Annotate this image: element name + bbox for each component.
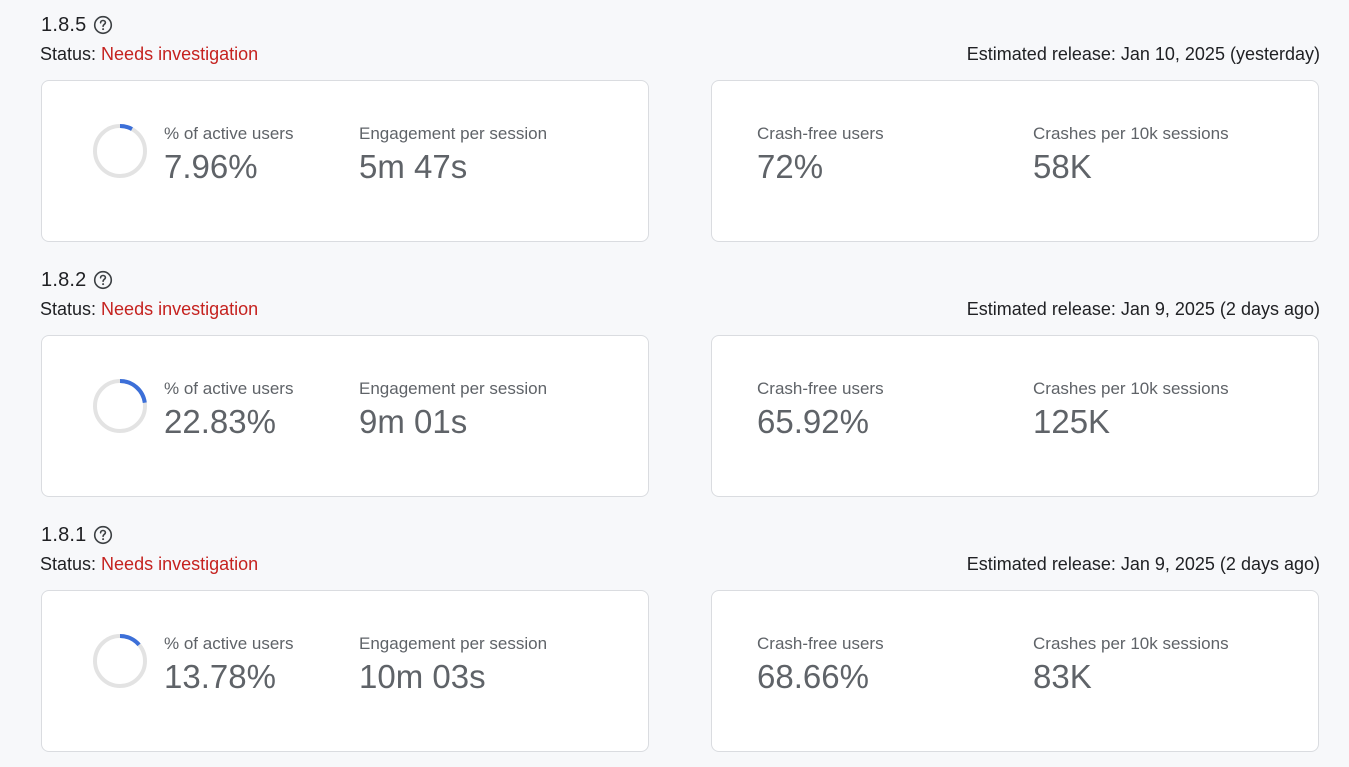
stability-card: Crash-free users 68.66% Crashes per 10k … (711, 590, 1319, 752)
release-section: 1.8.2 Status: Needs investigation Estima… (0, 255, 1349, 510)
status-line: Status: Needs investigation (40, 44, 258, 65)
version-title: 1.8.2 (41, 268, 87, 291)
active-users-label: % of active users (164, 379, 294, 398)
engagement-metric: Engagement per session 10m 03s (359, 633, 547, 697)
crash-free-metric: Crash-free users 72% (757, 123, 884, 187)
active-users-metric: % of active users 7.96% (164, 123, 293, 187)
adoption-card: % of active users 13.78% Engagement per … (41, 590, 649, 752)
crashes-metric: Crashes per 10k sessions 83K (1033, 633, 1229, 697)
crash-free-value: 68.66% (757, 658, 869, 695)
crashes-label: Crashes per 10k sessions (1033, 379, 1229, 398)
active-users-metric: % of active users 13.78% (164, 633, 293, 697)
estimated-release: Estimated release: Jan 9, 2025 (2 days a… (966, 299, 1320, 319)
crash-free-metric: Crash-free users 68.66% (757, 633, 884, 697)
stability-card: Crash-free users 65.92% Crashes per 10k … (711, 335, 1319, 497)
active-users-value: 13.78% (164, 658, 276, 695)
crashes-metric: Crashes per 10k sessions 125K (1033, 378, 1229, 442)
active-users-donut (93, 124, 147, 178)
crash-free-value: 65.92% (757, 403, 869, 440)
crashes-label: Crashes per 10k sessions (1033, 124, 1229, 143)
estimated-release: Estimated release: Jan 10, 2025 (yesterd… (966, 44, 1320, 64)
estimated-release: Estimated release: Jan 9, 2025 (2 days a… (966, 554, 1320, 574)
help-icon[interactable] (93, 15, 113, 35)
active-users-value: 22.83% (164, 403, 276, 440)
status-prefix: Status: (40, 299, 97, 319)
help-icon[interactable] (93, 525, 113, 545)
status-prefix: Status: (40, 554, 97, 574)
crashes-value: 58K (1033, 148, 1092, 185)
active-users-label: % of active users (164, 124, 294, 143)
active-users-donut (93, 634, 147, 688)
version-title: 1.8.5 (41, 13, 87, 36)
adoption-card: % of active users 7.96% Engagement per s… (41, 80, 649, 242)
release-section: 1.8.1 Status: Needs investigation Estima… (0, 510, 1349, 765)
engagement-metric: Engagement per session 9m 01s (359, 378, 547, 442)
crashes-value: 125K (1033, 403, 1111, 440)
crash-free-metric: Crash-free users 65.92% (757, 378, 884, 442)
status-prefix: Status: (40, 44, 97, 64)
stability-card: Crash-free users 72% Crashes per 10k ses… (711, 80, 1319, 242)
release-header: 1.8.2 (41, 265, 113, 295)
status-line: Status: Needs investigation (40, 554, 258, 575)
status-value: Needs investigation (101, 299, 259, 319)
active-users-label: % of active users (164, 634, 294, 653)
engagement-label: Engagement per session (359, 124, 548, 143)
crash-free-label: Crash-free users (757, 634, 884, 653)
engagement-value: 10m 03s (359, 658, 486, 695)
active-users-value: 7.96% (164, 148, 258, 185)
crash-free-value: 72% (757, 148, 824, 185)
release-section: 1.8.5 Status: Needs investigation Estima… (0, 0, 1349, 255)
engagement-label: Engagement per session (359, 379, 548, 398)
status-line: Status: Needs investigation (40, 299, 258, 320)
active-users-metric: % of active users 22.83% (164, 378, 293, 442)
crashes-metric: Crashes per 10k sessions 58K (1033, 123, 1229, 187)
status-value: Needs investigation (101, 44, 259, 64)
crashes-value: 83K (1033, 658, 1092, 695)
release-header: 1.8.1 (41, 520, 113, 550)
crash-free-label: Crash-free users (757, 379, 884, 398)
help-icon[interactable] (93, 270, 113, 290)
donut-track (93, 124, 147, 178)
crash-free-label: Crash-free users (757, 124, 884, 143)
version-title: 1.8.1 (41, 523, 87, 546)
adoption-card: % of active users 22.83% Engagement per … (41, 335, 649, 497)
engagement-metric: Engagement per session 5m 47s (359, 123, 547, 187)
engagement-label: Engagement per session (359, 634, 548, 653)
engagement-value: 5m 47s (359, 148, 468, 185)
release-header: 1.8.5 (41, 10, 113, 40)
active-users-donut (93, 379, 147, 433)
status-value: Needs investigation (101, 554, 259, 574)
crashes-label: Crashes per 10k sessions (1033, 634, 1229, 653)
release-list: 1.8.5 Status: Needs investigation Estima… (0, 0, 1349, 767)
engagement-value: 9m 01s (359, 403, 468, 440)
